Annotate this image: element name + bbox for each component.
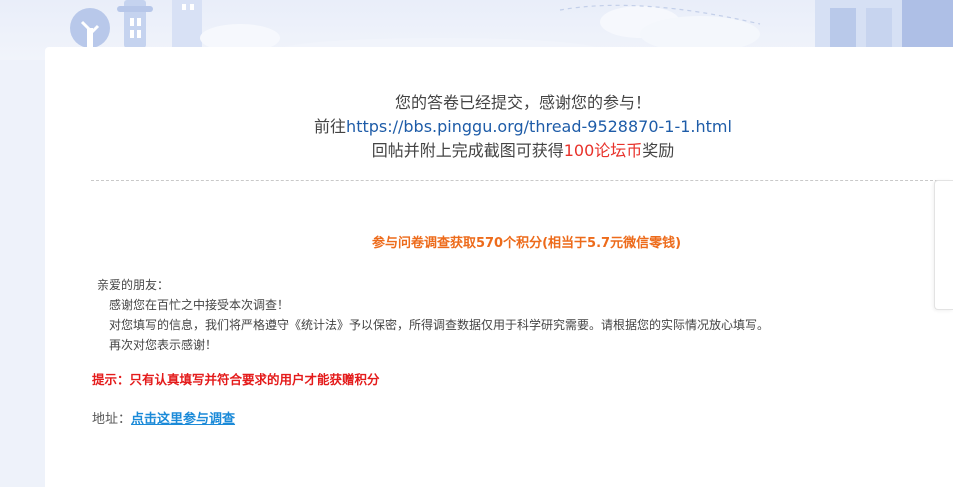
submitted-message: 您的答卷已经提交，感谢您的参与！ — [394, 93, 651, 112]
reward-prefix: 回帖并附上完成截图可获得 — [371, 141, 564, 160]
submission-notice: 您的答卷已经提交，感谢您的参与！ 前往https://bbs.pinggu.or… — [45, 91, 953, 163]
letter-line: 感谢您在百忙之中接受本次调查！ — [109, 298, 290, 312]
reward-line: 回帖并附上完成截图可获得100论坛币奖励 — [45, 139, 953, 163]
letter-line: 再次对您表示感谢！ — [109, 338, 218, 352]
dashed-divider — [91, 180, 953, 181]
reward-amount: 100论坛币 — [563, 141, 643, 160]
reward-suffix: 奖励 — [642, 141, 675, 160]
letter-greeting: 亲爱的朋友： — [97, 278, 170, 292]
forum-link-line: 前往https://bbs.pinggu.org/thread-9528870-… — [45, 115, 953, 139]
side-feedback-tab[interactable] — [934, 180, 953, 310]
forum-thread-link[interactable]: https://bbs.pinggu.org/thread-9528870-1-… — [346, 117, 732, 136]
letter-line: 对您填写的信息，我们将严格遵守《统计法》予以保密，所得调查数据仅用于科学研究需要… — [109, 318, 770, 332]
building-icon — [172, 0, 202, 48]
result-card: 您的答卷已经提交，感谢您的参与！ 前往https://bbs.pinggu.or… — [45, 47, 953, 487]
address-line: 地址：点击这里参与调查 — [92, 408, 235, 427]
forum-link-prefix: 前往 — [314, 117, 347, 136]
survey-link[interactable]: 点击这里参与调查 — [131, 412, 235, 427]
address-label: 地址： — [92, 412, 132, 427]
letter-body: 亲爱的朋友： 感谢您在百忙之中接受本次调查！ 对您填写的信息，我们将严格遵守《统… — [97, 275, 769, 355]
tip-text: 提示：只有认真填写并符合要求的用户才能获赠积分 — [92, 372, 380, 387]
promo-heading: 参与问卷调查获取570个积分(相当于5.7元微信零钱) — [371, 236, 682, 251]
